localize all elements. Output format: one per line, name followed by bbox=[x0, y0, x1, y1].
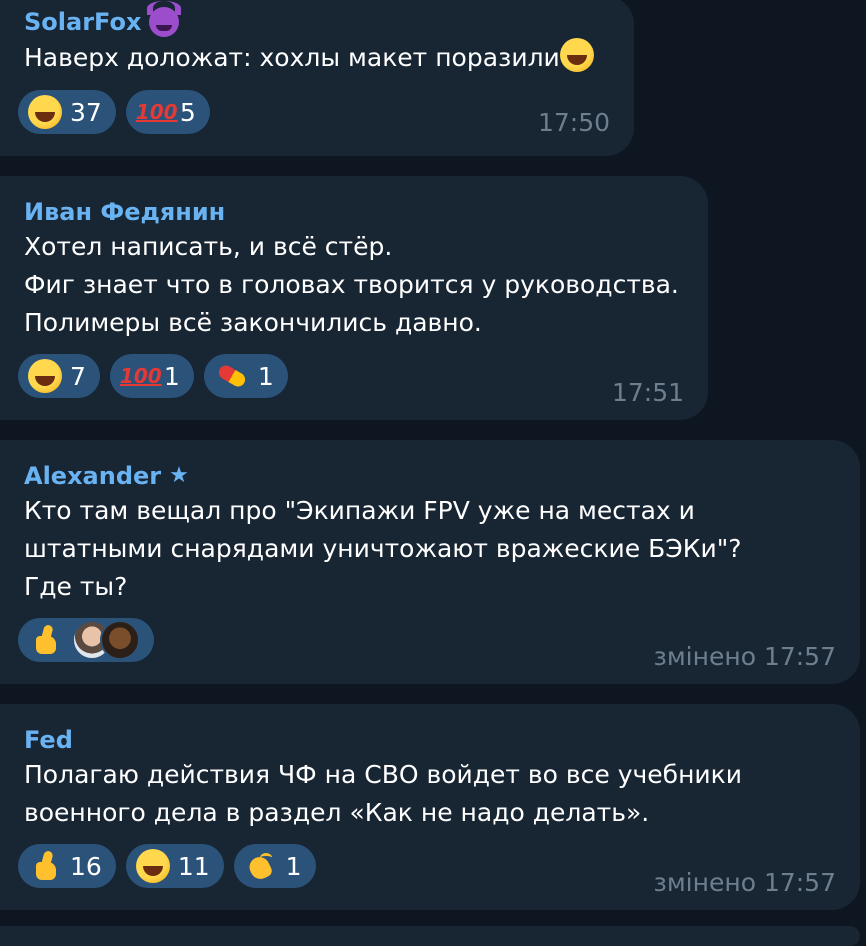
reactions: 37 100 5 bbox=[18, 90, 210, 134]
message-text: Полагаю действия ЧФ на СВО войдет во все… bbox=[24, 756, 836, 832]
message-line: Фиг знает что в головах творится у руков… bbox=[24, 270, 679, 299]
message-line: Наверх доложат: хохлы макет поразили bbox=[24, 43, 560, 72]
reaction-count: 7 bbox=[70, 361, 86, 391]
author-name[interactable]: Alexander bbox=[24, 460, 161, 492]
rofl-icon bbox=[135, 849, 170, 883]
message-line: Где ты? bbox=[24, 572, 128, 601]
reaction-count: 16 bbox=[70, 851, 102, 881]
message-bubble[interactable]: Иван Федянин Хотел написать, и всё стёр.… bbox=[0, 176, 708, 420]
pill-icon bbox=[214, 359, 250, 393]
message-time: змінено 17:57 bbox=[653, 868, 836, 897]
reaction-hundred[interactable]: 100 5 bbox=[125, 90, 210, 134]
rofl-icon bbox=[28, 359, 62, 393]
reaction-count: 1 bbox=[285, 851, 302, 881]
message-author[interactable]: SolarFox bbox=[24, 1, 610, 38]
message-time: змінено 17:57 bbox=[653, 642, 836, 671]
reactions: 7 100 1 1 bbox=[18, 354, 288, 398]
thumbs-up-icon bbox=[28, 849, 62, 883]
reaction-thumbs-up[interactable]: 16 bbox=[18, 844, 116, 888]
reaction-hundred[interactable]: 100 1 bbox=[109, 354, 194, 398]
message-time: 17:51 bbox=[611, 378, 684, 407]
reaction-count: 1 bbox=[257, 361, 274, 391]
message-line: Полагаю действия ЧФ на СВО войдет во все… bbox=[24, 760, 743, 789]
reaction-rofl[interactable]: 11 bbox=[125, 844, 224, 888]
message-text: Кто там вещал про "Экипажи FPV уже на ме… bbox=[24, 492, 836, 606]
message-bubble[interactable]: SolarFox Наверх доложат: хохлы макет пор… bbox=[0, 0, 634, 156]
thumbs-up-icon bbox=[28, 623, 62, 657]
smiling-devil-icon bbox=[147, 1, 182, 37]
reaction-thumbs-up[interactable] bbox=[18, 618, 154, 662]
message-line: военного дела в раздел «Как не надо дела… bbox=[24, 798, 650, 827]
hundred-points-icon: 100 bbox=[119, 364, 162, 388]
message-line: штатными снарядами уничтожают вражеские … bbox=[24, 534, 742, 563]
reaction-rofl[interactable]: 7 bbox=[18, 354, 100, 398]
reaction-count: 37 bbox=[70, 97, 102, 127]
author-name[interactable]: SolarFox bbox=[24, 6, 141, 38]
reaction-rofl[interactable]: 37 bbox=[18, 90, 116, 134]
message-line: Хотел написать, и всё стёр. bbox=[24, 232, 393, 261]
message-text: Хотел написать, и всё стёр. Фиг знает чт… bbox=[24, 228, 684, 342]
message-bubble[interactable]: Alexander ★ Кто там вещал про "Экипажи F… bbox=[0, 440, 860, 684]
message-author[interactable]: Alexander ★ bbox=[24, 460, 836, 492]
reaction-count: 1 bbox=[163, 361, 180, 391]
message-line: Полимеры всё закончились давно. bbox=[24, 308, 482, 337]
hundred-points-icon: 100 bbox=[135, 100, 178, 124]
message-time: 17:50 bbox=[537, 108, 610, 137]
star-icon: ★ bbox=[169, 463, 189, 488]
reactor-avatar[interactable] bbox=[100, 620, 140, 660]
clapping-hands-icon bbox=[244, 849, 278, 883]
message-bubble-partial[interactable] bbox=[0, 926, 860, 946]
message-author[interactable]: Иван Федянин bbox=[24, 196, 684, 228]
reaction-count: 5 bbox=[179, 97, 196, 127]
message-line: Кто там вещал про "Экипажи FPV уже на ме… bbox=[24, 496, 695, 525]
author-name[interactable]: Fed bbox=[24, 724, 73, 756]
reaction-pill[interactable]: 1 bbox=[203, 354, 288, 398]
reaction-clap[interactable]: 1 bbox=[233, 844, 316, 888]
reactions bbox=[18, 618, 154, 662]
author-name[interactable]: Иван Федянин bbox=[24, 196, 225, 228]
rofl-icon bbox=[28, 95, 62, 129]
tears-of-joy-icon bbox=[559, 38, 594, 72]
reactions: 16 11 1 bbox=[18, 844, 316, 888]
message-text: Наверх доложат: хохлы макет поразили bbox=[24, 38, 610, 77]
message-author[interactable]: Fed bbox=[24, 724, 836, 756]
reaction-count: 11 bbox=[177, 851, 210, 881]
message-bubble[interactable]: Fed Полагаю действия ЧФ на СВО войдет во… bbox=[0, 704, 860, 910]
